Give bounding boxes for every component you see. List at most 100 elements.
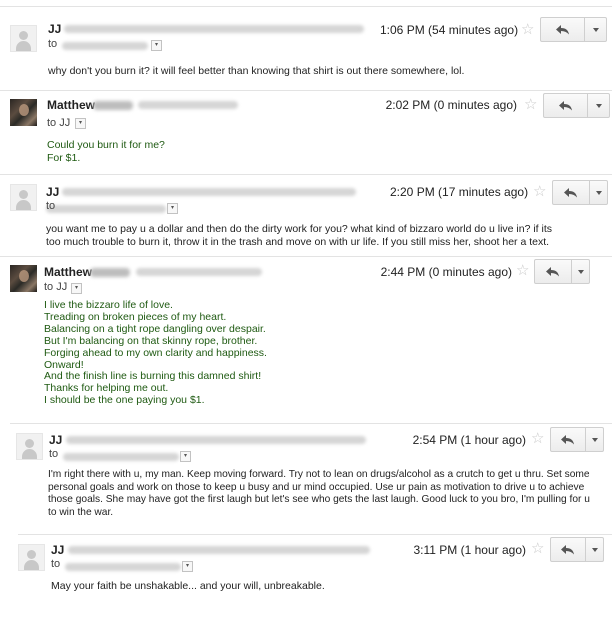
recipient-email-redacted [65, 563, 181, 571]
reply-arrow-icon [555, 24, 569, 34]
body-line: But I'm balancing on that skinny rope, b… [44, 334, 258, 347]
chevron-down-icon [577, 269, 584, 274]
reply-arrow-icon [558, 100, 572, 110]
star-icon[interactable]: ☆ [531, 541, 544, 556]
sender-name[interactable]: JJ [48, 22, 61, 36]
avatar-icon[interactable] [16, 433, 43, 460]
chevron-down-icon [595, 190, 602, 195]
body-line: why don't you burn it? it will feel bett… [48, 65, 465, 77]
thread-divider [0, 6, 612, 7]
message-time: 1:06 PM (54 minutes ago) [380, 23, 519, 37]
reply-arrow-icon [564, 187, 577, 197]
message-divider [0, 256, 612, 257]
reply-button[interactable] [543, 93, 588, 118]
message-divider [0, 174, 612, 175]
details-dropdown-icon[interactable]: ▾ [151, 40, 162, 51]
more-options-button[interactable] [572, 259, 590, 284]
star-icon[interactable]: ☆ [533, 184, 546, 199]
recipient-email-redacted [63, 453, 179, 461]
avatar-icon[interactable] [18, 544, 45, 571]
message-divider [10, 423, 612, 424]
reply-arrow-icon [546, 266, 559, 276]
star-icon[interactable]: ☆ [521, 22, 534, 37]
chevron-down-icon [595, 103, 602, 108]
message-body: I live the bizzaro life of love. Treadin… [44, 299, 267, 407]
reply-button-group [543, 93, 610, 118]
recipient-line: to JJ [44, 281, 68, 293]
more-options-button[interactable] [588, 93, 610, 118]
details-dropdown-icon[interactable]: ▾ [167, 203, 178, 214]
avatar-icon[interactable] [10, 99, 37, 126]
sender-email-redacted [62, 188, 356, 196]
sender-email-redacted [68, 546, 370, 554]
sender-lastname-redacted [93, 101, 133, 110]
star-icon[interactable]: ☆ [524, 97, 537, 112]
message-body: I'm right there with u, my man. Keep mov… [48, 469, 590, 519]
body-line: too much trouble to burn it, throw it in… [46, 235, 550, 248]
more-options-button[interactable] [585, 17, 607, 42]
message-time: 3:11 PM (1 hour ago) [413, 543, 526, 557]
message-time: 2:02 PM (0 minutes ago) [385, 98, 517, 112]
message-body: you want me to pay u a dollar and then d… [46, 223, 552, 248]
body-line: I'm right there with u, my man. Keep mov… [48, 469, 590, 480]
reply-button[interactable] [540, 17, 585, 42]
sender-email-redacted [66, 436, 366, 444]
body-line: I should be the one paying you $1. [44, 394, 205, 407]
sender-name[interactable]: JJ [46, 185, 59, 199]
message-time: 2:44 PM (0 minutes ago) [380, 265, 512, 279]
body-line: Could you burn it for me? [47, 139, 165, 151]
sender-email-redacted [138, 101, 238, 109]
message-body: Could you burn it for me? For $1. [47, 139, 165, 164]
chevron-down-icon [591, 437, 598, 442]
reply-button-group [540, 17, 607, 42]
details-dropdown-icon[interactable]: ▾ [71, 283, 82, 294]
reply-button[interactable] [550, 427, 586, 452]
message-time: 2:54 PM (1 hour ago) [412, 433, 526, 447]
recipient-email-redacted [46, 205, 166, 213]
reply-button[interactable] [534, 259, 572, 284]
sender-name[interactable]: JJ [49, 433, 62, 447]
more-options-button[interactable] [590, 180, 608, 205]
body-line: personal goals and work on those to keep… [48, 481, 585, 493]
sender-name[interactable]: Matthew [44, 265, 92, 279]
reply-button-group [552, 180, 608, 205]
message-divider [18, 534, 612, 535]
more-options-button[interactable] [586, 427, 604, 452]
reply-arrow-icon [561, 434, 574, 444]
reply-arrow-icon [561, 544, 574, 554]
avatar-icon[interactable] [10, 265, 37, 292]
recipient-line: to JJ [47, 117, 71, 129]
avatar-icon[interactable] [10, 184, 37, 211]
body-line: Balancing on a tight rope dangling over … [44, 322, 266, 335]
sender-email-redacted [136, 268, 262, 276]
sender-name[interactable]: Matthew [47, 98, 95, 112]
reply-button[interactable] [552, 180, 590, 205]
message-body: May your faith be unshakable... and your… [51, 580, 325, 593]
recipient-line: to [51, 558, 61, 570]
body-line: you want me to pay u a dollar and then d… [46, 223, 553, 235]
recipient-email-redacted [62, 42, 148, 50]
recipient-line: to [48, 38, 58, 50]
sender-email-redacted [64, 25, 364, 33]
reply-button[interactable] [550, 537, 586, 562]
more-options-button[interactable] [586, 537, 604, 562]
sender-lastname-redacted [90, 268, 130, 277]
avatar-icon[interactable] [10, 25, 37, 52]
reply-button-group [550, 427, 604, 452]
chevron-down-icon [591, 547, 598, 552]
body-line: For $1. [47, 151, 81, 164]
message-body: why don't you burn it? it will feel bett… [48, 65, 464, 78]
recipient-line: to [49, 448, 59, 460]
body-line: Forging ahead to my own clarity and happ… [44, 346, 267, 359]
chevron-down-icon [592, 27, 599, 32]
details-dropdown-icon[interactable]: ▾ [75, 118, 86, 129]
recipient-line: to [46, 200, 56, 212]
body-line: to win the war. [48, 506, 114, 518]
star-icon[interactable]: ☆ [516, 263, 529, 278]
reply-button-group [534, 259, 590, 284]
details-dropdown-icon[interactable]: ▾ [182, 561, 193, 572]
star-icon[interactable]: ☆ [531, 431, 544, 446]
body-line: May your faith be unshakable... and your… [51, 580, 325, 592]
sender-name[interactable]: JJ [51, 543, 64, 557]
details-dropdown-icon[interactable]: ▾ [180, 451, 191, 462]
